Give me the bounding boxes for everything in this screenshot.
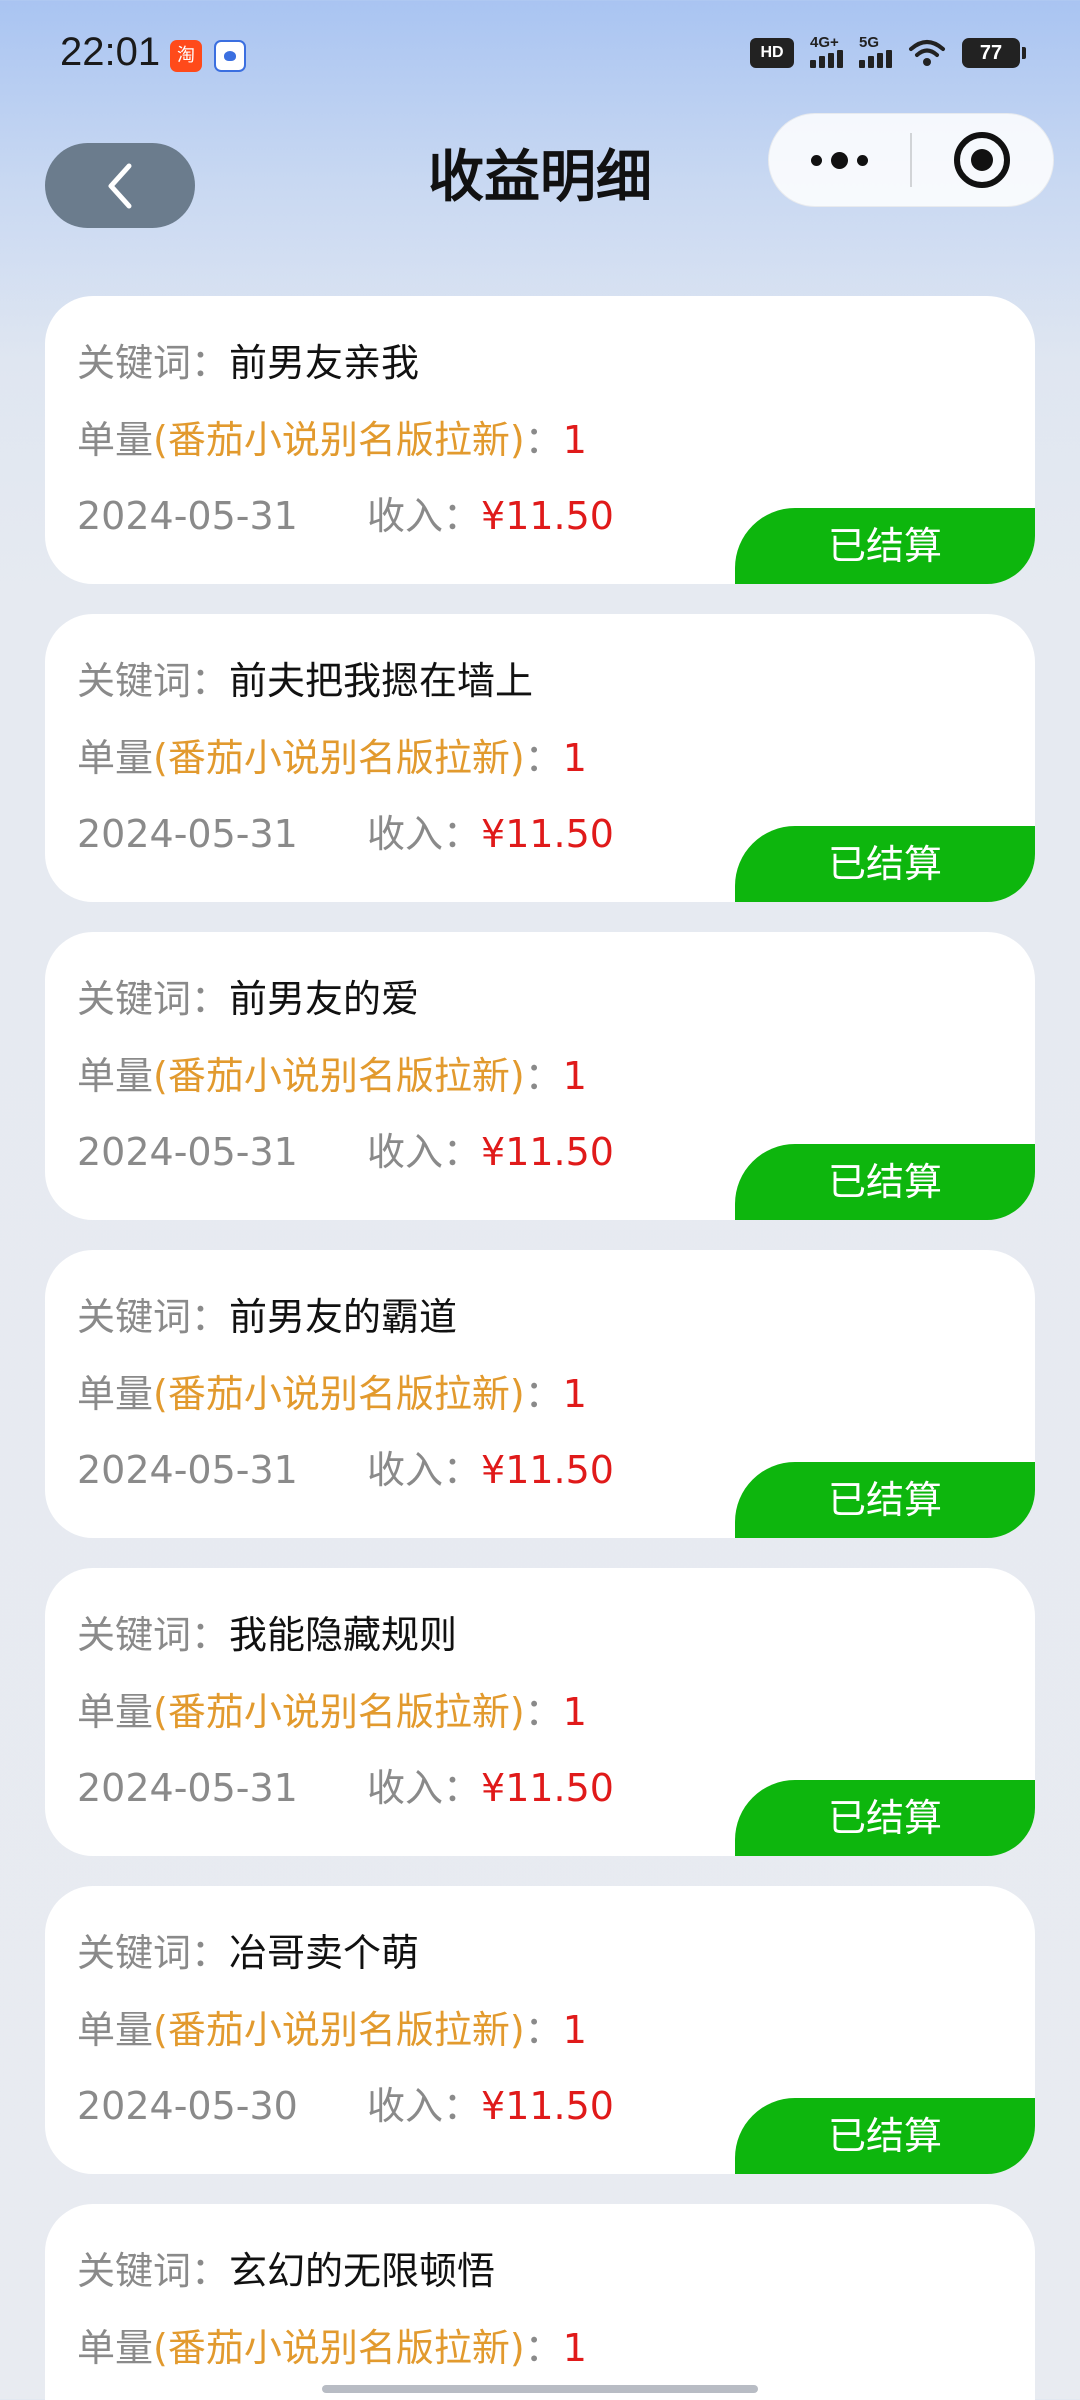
record-date: 2024-05-30	[77, 2084, 298, 2128]
status-time: 22:01	[60, 30, 161, 74]
income-amount: ¥11.50	[481, 2084, 614, 2128]
income-amount: ¥11.50	[481, 812, 614, 856]
record-date: 2024-05-31	[77, 1130, 298, 1174]
miniprogram-capsule	[768, 113, 1054, 207]
settled-badge: 已结算	[735, 1144, 1035, 1220]
income-label: 收入：	[367, 812, 482, 856]
list-item[interactable]: 关键词：前男友的爱 单量(番茄小说别名版拉新)：1 2024-05-31 收入：¥…	[45, 932, 1035, 1220]
home-indicator[interactable]	[322, 2385, 758, 2393]
count-value: 1	[562, 1690, 587, 1734]
keyword-value: 前男友亲我	[229, 341, 420, 385]
product-name: (番茄小说别名版拉新)	[153, 1054, 525, 1098]
keyword-label: 关键词：	[77, 341, 230, 385]
keyword-value: 前夫把我摁在墙上	[229, 659, 534, 703]
target-close-icon	[954, 132, 1011, 188]
product-name: (番茄小说别名版拉新)	[153, 736, 525, 780]
list-item[interactable]: 关键词：冶哥卖个萌 单量(番茄小说别名版拉新)：1 2024-05-30 收入：¥…	[45, 1886, 1035, 2174]
product-name: (番茄小说别名版拉新)	[153, 1372, 525, 1416]
battery-icon: 77	[962, 38, 1026, 68]
keyword-label: 关键词：	[77, 977, 230, 1021]
list-item[interactable]: 关键词：玄幻的无限顿悟 单量(番茄小说别名版拉新)：1	[45, 2204, 1035, 2400]
keyword-value: 我能隐藏规则	[229, 1613, 458, 1657]
count-value: 1	[562, 2008, 587, 2052]
settled-badge: 已结算	[735, 826, 1035, 902]
count-value: 1	[562, 1054, 587, 1098]
income-label: 收入：	[367, 2084, 482, 2128]
list-item[interactable]: 关键词：前夫把我摁在墙上 单量(番茄小说别名版拉新)：1 2024-05-31 收…	[45, 614, 1035, 902]
baidu-app-icon	[214, 40, 246, 72]
settled-badge: 已结算	[735, 2098, 1035, 2174]
list-item[interactable]: 关键词：我能隐藏规则 单量(番茄小说别名版拉新)：1 2024-05-31 收入：…	[45, 1568, 1035, 1856]
keyword-label: 关键词：	[77, 659, 230, 703]
close-miniprogram-button[interactable]	[912, 113, 1053, 207]
signal-5g-icon: 5G	[859, 34, 892, 68]
earnings-list: 关键词：前男友亲我 单量(番茄小说别名版拉新)：1 2024-05-31 收入：¥…	[45, 296, 1035, 2400]
keyword-value: 玄幻的无限顿悟	[229, 2249, 496, 2293]
count-value: 1	[562, 1372, 587, 1416]
income-amount: ¥11.50	[481, 1448, 614, 1492]
count-label: 单量	[77, 736, 154, 780]
count-label: 单量	[77, 2008, 154, 2052]
count-label: 单量	[77, 2326, 154, 2370]
list-item[interactable]: 关键词：前男友亲我 单量(番茄小说别名版拉新)：1 2024-05-31 收入：¥…	[45, 296, 1035, 584]
hd-icon: HD	[750, 38, 794, 68]
wifi-icon	[909, 40, 945, 66]
income-label: 收入：	[367, 1130, 482, 1174]
income-label: 收入：	[367, 1448, 482, 1492]
settled-badge: 已结算	[735, 1780, 1035, 1856]
settled-badge: 已结算	[735, 1462, 1035, 1538]
keyword-value: 前男友的霸道	[229, 1295, 458, 1339]
count-label: 单量	[77, 1690, 154, 1734]
income-label: 收入：	[367, 494, 482, 538]
keyword-label: 关键词：	[77, 1931, 230, 1975]
product-name: (番茄小说别名版拉新)	[153, 1690, 525, 1734]
keyword-label: 关键词：	[77, 1295, 230, 1339]
income-amount: ¥11.50	[481, 1130, 614, 1174]
record-date: 2024-05-31	[77, 1766, 298, 1810]
income-amount: ¥11.50	[481, 494, 614, 538]
keyword-value: 前男友的爱	[229, 977, 420, 1021]
record-date: 2024-05-31	[77, 494, 298, 538]
count-value: 1	[562, 2326, 587, 2370]
count-value: 1	[562, 418, 587, 462]
income-label: 收入：	[367, 1766, 482, 1810]
count-value: 1	[562, 736, 587, 780]
count-label: 单量	[77, 1054, 154, 1098]
product-name: (番茄小说别名版拉新)	[153, 418, 525, 462]
list-item[interactable]: 关键词：前男友的霸道 单量(番茄小说别名版拉新)：1 2024-05-31 收入：…	[45, 1250, 1035, 1538]
more-menu-button[interactable]	[769, 113, 910, 207]
income-amount: ¥11.50	[481, 1766, 614, 1810]
record-date: 2024-05-31	[77, 812, 298, 856]
count-label: 单量	[77, 1372, 154, 1416]
record-date: 2024-05-31	[77, 1448, 298, 1492]
product-name: (番茄小说别名版拉新)	[153, 2326, 525, 2370]
keyword-value: 冶哥卖个萌	[229, 1931, 420, 1975]
product-name: (番茄小说别名版拉新)	[153, 2008, 525, 2052]
status-bar: 22:01 淘 HD 4G+ 5G 77	[0, 0, 1080, 110]
keyword-label: 关键词：	[77, 1613, 230, 1657]
keyword-label: 关键词：	[77, 2249, 230, 2293]
taobao-app-icon: 淘	[170, 40, 202, 72]
count-label: 单量	[77, 418, 154, 462]
settled-badge: 已结算	[735, 508, 1035, 584]
signal-4g-icon: 4G+	[810, 34, 843, 68]
status-indicators: HD 4G+ 5G 77	[750, 34, 1026, 68]
